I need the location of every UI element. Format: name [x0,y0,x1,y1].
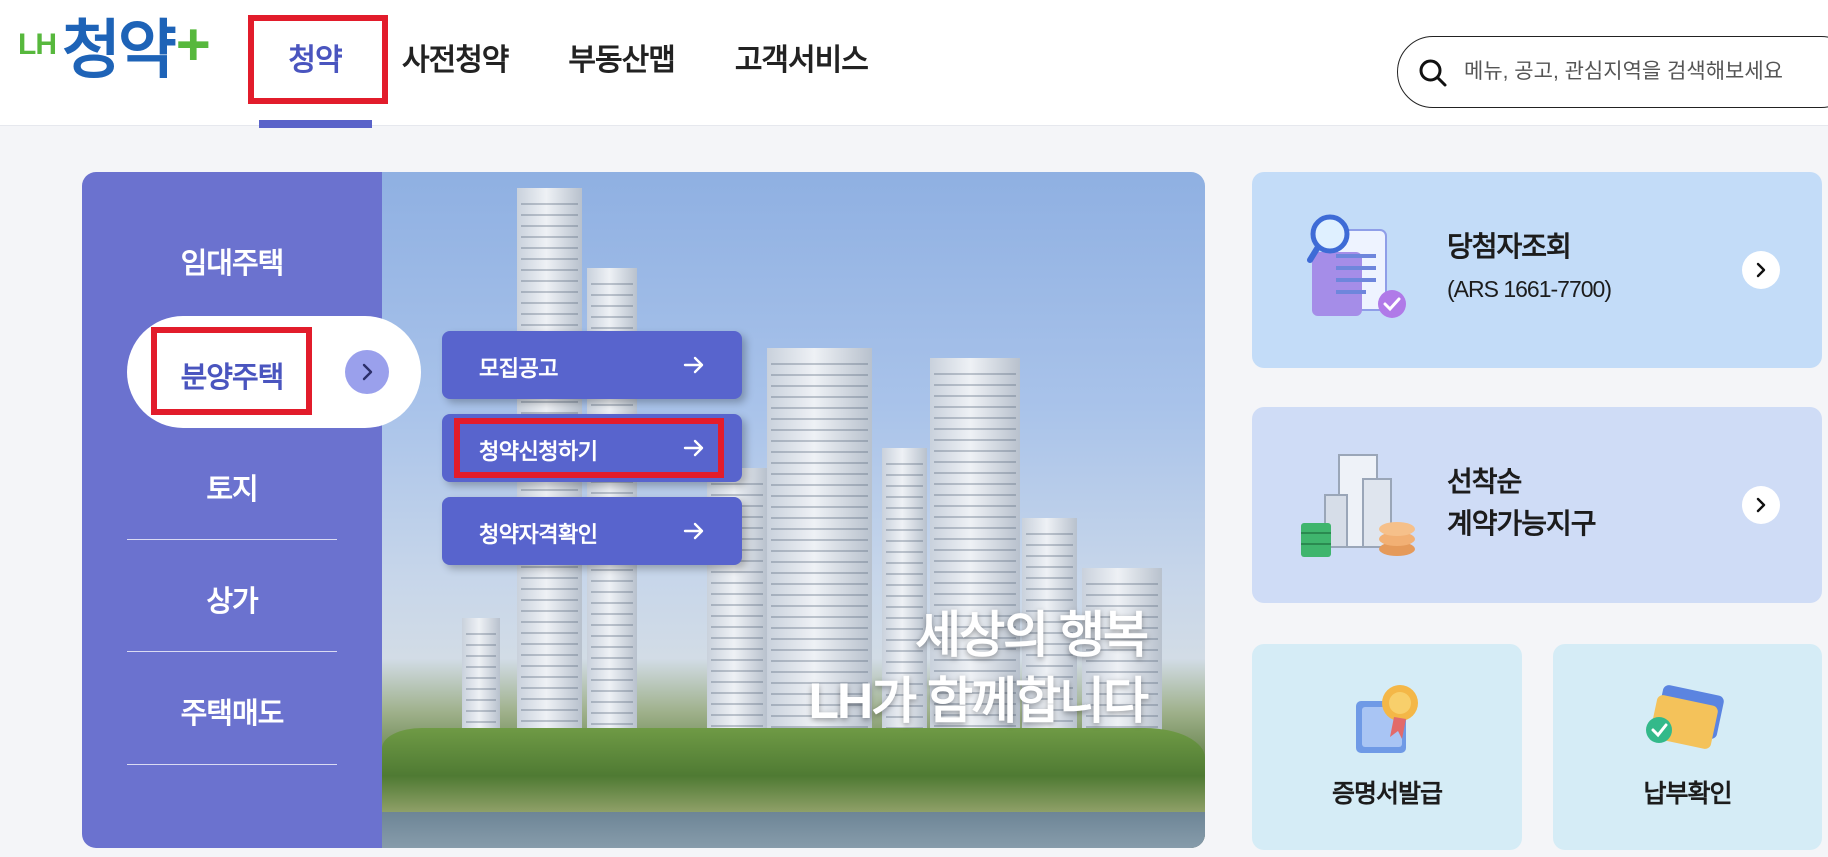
winner-inquiry-title: 당첨자조회 (ARS 1661-7700) [1447,226,1612,310]
winner-title-text: 당첨자조회 [1447,231,1572,262]
submenu-label: 모집공고 [479,356,558,381]
submenu-label: 청약신청하기 [479,439,598,464]
main-banner: 임대주택 토지 상가 주택매도 세상의 행복 LH가 함께합니다 모집공고 청약… [82,172,1205,848]
sidebar-divider [127,539,337,540]
check-eligibility-button[interactable]: 청약자격확인 [442,497,742,565]
certificate-issue-label: 증명서발급 [1331,780,1443,808]
sidebar-item-housing-sale[interactable]: 주택매도 [82,690,382,732]
lh-logo[interactable]: LH 청약 + [18,11,211,98]
logo-lh-text: LH [18,28,57,61]
certificate-issue-card[interactable]: 증명서발급 [1252,644,1522,850]
first-come-title: 선착순 계약가능지구 [1447,461,1597,545]
sidebar-item-commercial[interactable]: 상가 [82,578,382,620]
sidebar-divider [127,651,337,652]
chevron-right-icon [345,350,389,394]
nav-item-label: 청약 [288,44,342,77]
nav-item-customer-service[interactable]: 고객서비스 [734,0,869,126]
sidebar-divider [127,764,337,765]
nav-active-underline [259,120,372,128]
nav-item-label: 부동산맵 [568,44,675,77]
winner-inquiry-card[interactable]: 당첨자조회 (ARS 1661-7700) [1252,172,1822,368]
chevron-right-icon[interactable] [1742,486,1780,524]
logo-main-text: 청약 [62,14,177,86]
sidebar-item-sale-housing[interactable]: 분양주택 [127,316,421,428]
certificate-medal-icon [1356,685,1418,753]
card-check-icon [1646,685,1724,749]
arrow-right-icon [683,356,704,374]
search-icon[interactable] [1418,58,1448,88]
arrow-right-icon [683,439,704,457]
banner-slogan: 세상의 행복 LH가 함께합니다 [808,602,1149,734]
payment-check-label: 납부확인 [1643,780,1732,808]
logo-plus-text: + [175,11,211,78]
slogan-line-1: 세상의 행복 [915,607,1149,663]
first-come-title-line-2: 계약가능지구 [1447,508,1597,539]
chevron-right-icon[interactable] [1742,251,1780,289]
winner-ars-number: (ARS 1661-7700) [1447,276,1612,302]
first-come-title-line-1: 선착순 [1447,466,1522,497]
nav-item-real-estate-map[interactable]: 부동산맵 [568,0,675,126]
nav-item-label: 고객서비스 [734,44,869,77]
search-box[interactable] [1397,36,1828,108]
recruitment-notice-button[interactable]: 모집공고 [442,331,742,399]
housing-category-sidebar: 임대주택 토지 상가 주택매도 [82,172,382,848]
payment-check-card[interactable]: 납부확인 [1553,644,1822,850]
main-nav: 청약 사전청약 부동산맵 고객서비스 [250,0,869,128]
arrow-right-icon [683,522,704,540]
sidebar-item-rental-housing[interactable]: 임대주택 [82,240,382,282]
nav-item-label: 사전청약 [402,44,509,77]
sidebar-item-land[interactable]: 토지 [82,466,382,508]
header: LH 청약 + 청약 사전청약 부동산맵 고객서비스 [0,0,1828,128]
sidebar-item-label: 분양주택 [180,362,285,394]
magnifier-document-icon [1307,214,1406,318]
submenu-label: 청약자격확인 [479,522,598,547]
apply-subscription-button[interactable]: 청약신청하기 [442,414,742,482]
search-input[interactable] [1464,51,1824,93]
first-come-contract-card[interactable]: 선착순 계약가능지구 [1252,407,1822,603]
banner-water [382,812,1205,848]
nav-item-subscription[interactable]: 청약 [250,0,380,128]
building-coins-icon [1301,454,1415,557]
nav-item-pre-subscription[interactable]: 사전청약 [402,0,509,126]
slogan-line-2: LH가 함께합니다 [808,673,1149,729]
